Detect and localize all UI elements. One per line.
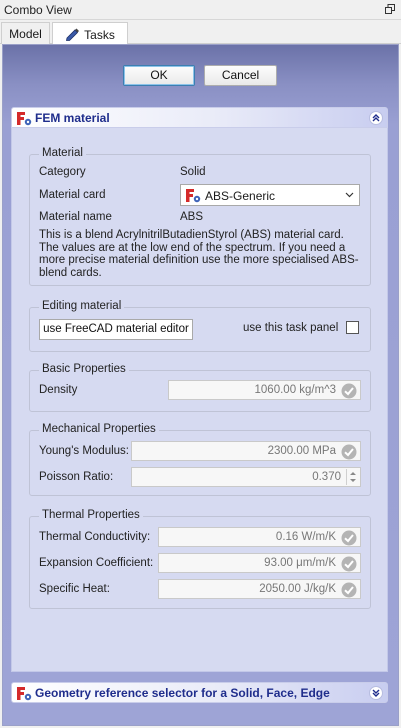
expansion-coefficient-field[interactable]: 93.00 μm/m/K <box>158 553 361 573</box>
thermal-conductivity-label: Thermal Conductivity: <box>39 531 151 543</box>
density-field[interactable]: 1060.00 kg/m^3 <box>168 380 361 400</box>
float-window-icon[interactable] <box>385 4 395 14</box>
fem-material-icon <box>17 687 32 701</box>
poisson-ratio-label: Poisson Ratio: <box>39 471 114 483</box>
expansion-coefficient-label: Expansion Coefficient: <box>39 557 154 569</box>
mechanical-properties-group-title: Mechanical Properties <box>39 423 159 435</box>
checkmark-icon <box>341 530 357 546</box>
category-value: Solid <box>180 166 206 178</box>
category-label: Category <box>39 166 86 178</box>
specific-heat-value: 2050.00 J/kg/K <box>259 583 336 595</box>
density-label: Density <box>39 384 78 396</box>
fem-material-panel-title: FEM material <box>35 111 110 125</box>
density-value: 1060.00 kg/m^3 <box>254 384 336 396</box>
tab-tasks-label: Tasks <box>84 28 115 42</box>
material-group-title: Material <box>39 147 86 159</box>
tab-model-label: Model <box>9 27 42 41</box>
material-card-label: Material card <box>39 189 106 201</box>
poisson-ratio-spinbox[interactable]: 0.370 <box>131 467 361 487</box>
cancel-button[interactable]: Cancel <box>204 65 277 86</box>
spin-arrows-icon[interactable] <box>346 469 359 485</box>
task-panel-checkbox[interactable] <box>346 321 359 334</box>
fem-material-icon <box>17 112 32 126</box>
material-card-value: ABS-Generic <box>205 189 276 203</box>
specific-heat-field[interactable]: 2050.00 J/kg/K <box>158 579 361 599</box>
youngs-modulus-field[interactable]: 2300.00 MPa <box>131 441 361 461</box>
fem-material-icon <box>186 189 201 203</box>
poisson-ratio-value: 0.370 <box>312 471 341 483</box>
pencil-icon <box>66 28 80 41</box>
combo-view-titlebar: Combo View <box>0 0 401 20</box>
checkmark-icon <box>341 383 357 399</box>
material-name-value: ABS <box>180 211 204 223</box>
tab-tasks[interactable]: Tasks <box>52 22 128 45</box>
thermal-conductivity-value: 0.16 W/m/K <box>275 531 336 543</box>
chevron-down-double-icon[interactable] <box>369 686 383 700</box>
material-description: This is a blend AcrylnitrilButadienStyro… <box>39 229 359 279</box>
material-card-select[interactable]: ABS-Generic <box>180 184 360 206</box>
checkmark-icon <box>341 582 357 598</box>
chevron-down-icon <box>345 192 354 198</box>
geometry-selector-panel-header[interactable]: Geometry reference selector for a Solid,… <box>11 682 388 703</box>
fem-material-panel-header[interactable]: FEM material <box>11 107 388 128</box>
youngs-modulus-label: Young's Modulus: <box>39 445 130 457</box>
basic-properties-group-title: Basic Properties <box>39 363 129 375</box>
specific-heat-label: Specific Heat: <box>39 583 110 595</box>
thermal-conductivity-field[interactable]: 0.16 W/m/K <box>158 527 361 547</box>
tab-model[interactable]: Model <box>1 22 50 44</box>
expansion-coefficient-value: 93.00 μm/m/K <box>264 557 336 569</box>
checkmark-icon <box>341 444 357 460</box>
checkmark-icon <box>341 556 357 572</box>
thermal-properties-group-title: Thermal Properties <box>39 509 143 521</box>
freecad-material-editor-button[interactable]: use FreeCAD material editor <box>39 319 193 340</box>
task-panel-checkbox-label: use this task panel <box>243 322 339 334</box>
ok-button[interactable]: OK <box>123 65 195 86</box>
geometry-selector-panel-title: Geometry reference selector for a Solid,… <box>35 686 330 700</box>
tab-bar: Model Tasks <box>0 21 401 45</box>
material-name-label: Material name <box>39 211 112 223</box>
youngs-modulus-value: 2300.00 MPa <box>267 445 336 457</box>
editing-material-group-title: Editing material <box>39 300 125 312</box>
window-title: Combo View <box>4 3 72 17</box>
chevron-up-double-icon[interactable] <box>369 111 383 125</box>
